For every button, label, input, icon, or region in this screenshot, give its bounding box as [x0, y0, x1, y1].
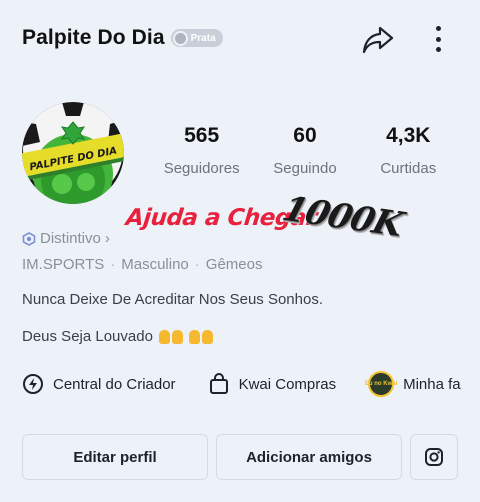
followers-count: 565	[184, 124, 220, 147]
following-count: 60	[293, 124, 317, 147]
hexagon-icon	[22, 231, 36, 246]
add-friends-button[interactable]: Adicionar amigos	[216, 434, 402, 480]
meta-gender: Masculino	[121, 256, 189, 273]
profile-meta: IM.SPORTS · Masculino · Gêmeos	[22, 256, 263, 273]
my-fans-shortcut[interactable]: Eu no Kwai Minha fa	[365, 371, 461, 397]
following-stat[interactable]: 60 Seguindo	[253, 124, 356, 177]
profile-header: Palpite Do Dia Prata	[22, 26, 223, 50]
bio-line-1: Nunca Deixe De Acreditar Nos Seus Sonhos…	[22, 291, 323, 308]
raised-hands-icon	[188, 329, 213, 344]
medal-icon	[172, 30, 188, 46]
kwai-logo-icon: Eu no Kwai	[365, 371, 397, 397]
bio-line-2: Deus Seja Louvado	[22, 328, 213, 345]
distintivo-label: Distintivo	[40, 230, 101, 247]
praying-hands-icon	[158, 329, 183, 344]
edit-profile-button[interactable]: Editar perfil	[22, 434, 208, 480]
share-arrow-icon	[362, 26, 394, 54]
instagram-icon	[425, 448, 443, 466]
followers-stat[interactable]: 565 Seguidores	[150, 124, 253, 177]
level-badge[interactable]: Prata	[170, 29, 223, 47]
meta-category: IM.SPORTS	[22, 256, 105, 273]
creator-center-label: Central do Criador	[53, 375, 176, 393]
profile-name: Palpite Do Dia	[22, 26, 165, 49]
distintivo-link[interactable]: Distintivo ›	[22, 230, 110, 247]
shopping-bag-icon	[209, 373, 228, 394]
share-button[interactable]	[360, 24, 396, 56]
chevron-right-icon: ›	[104, 230, 110, 247]
more-vertical-icon[interactable]	[428, 22, 448, 56]
avatar[interactable]: PALPITE DO DIA	[22, 102, 124, 204]
lightning-icon	[23, 374, 43, 394]
badge-label: Prata	[190, 32, 216, 44]
likes-count: 4,3K	[386, 124, 431, 147]
promo-target: 1000K	[278, 189, 408, 245]
my-fans-label: Minha fa	[403, 375, 461, 393]
followers-label: Seguidores	[163, 160, 240, 177]
kwai-shop-label: Kwai Compras	[238, 375, 337, 393]
meta-sign: Gêmeos	[205, 256, 263, 273]
likes-stat[interactable]: 4,3K Curtidas	[357, 124, 460, 177]
profile-stats: 565 Seguidores 60 Seguindo 4,3K Curtidas	[150, 124, 460, 177]
creator-center-shortcut[interactable]: Central do Criador	[22, 373, 176, 395]
shortcuts-bar: Central do Criador Kwai Compras Eu no Kw…	[22, 370, 480, 398]
instagram-button[interactable]	[410, 434, 458, 480]
kwai-shop-shortcut[interactable]: Kwai Compras	[208, 373, 337, 395]
likes-label: Curtidas	[380, 160, 437, 177]
bio-line-2-text: Deus Seja Louvado	[22, 328, 153, 345]
following-label: Seguindo	[273, 160, 337, 177]
